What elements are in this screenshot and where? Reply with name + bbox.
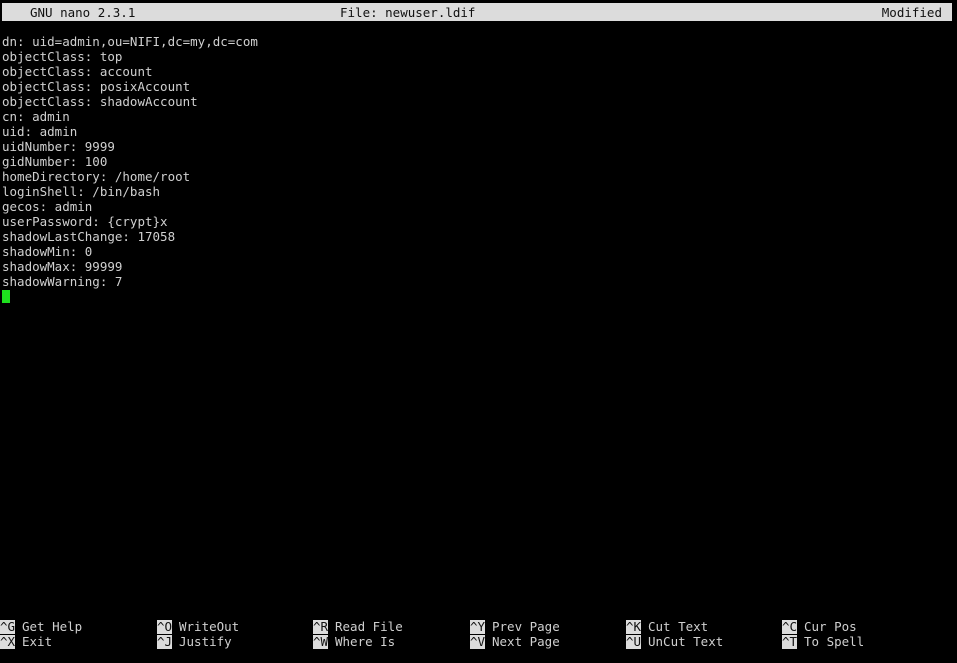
shortcut-writeout[interactable]: ^O WriteOut: [157, 619, 239, 634]
shortcut-label: Next Page: [492, 634, 560, 649]
shortcut-key: ^J: [157, 633, 173, 649]
shortcut-key: ^W: [313, 633, 329, 649]
editor-line: homeDirectory: /home/root: [2, 169, 191, 184]
shortcut-label: To Spell: [804, 634, 865, 649]
editor-line: gidNumber: 100: [2, 154, 108, 169]
shortcut-prev-page[interactable]: ^Y Prev Page: [470, 619, 560, 634]
shortcut-row-secondary: ^X Exit ^J Justify ^W Where Is ^V Next Page ^U Un…: [0, 634, 957, 649]
shortcut-label: Cur Pos: [804, 619, 857, 634]
shortcut-get-help[interactable]: ^G Get Help: [0, 619, 82, 634]
shortcut-label: Exit: [22, 634, 53, 649]
shortcut-label: WriteOut: [179, 619, 240, 634]
shortcut-key: ^U: [626, 633, 642, 649]
shortcut-key: ^K: [626, 618, 642, 634]
editor-line: shadowWarning: 7: [2, 274, 123, 289]
shortcut-to-spell[interactable]: ^T To Spell: [782, 634, 864, 649]
editor-line: dn: uid=admin,ou=NIFI,dc=my,dc=com: [2, 34, 258, 49]
shortcut-cur-pos[interactable]: ^C Cur Pos: [782, 619, 857, 634]
editor-line: userPassword: {crypt}x: [2, 214, 168, 229]
editor-line: objectClass: top: [2, 49, 123, 64]
shortcut-read-file[interactable]: ^R Read File: [313, 619, 403, 634]
shortcut-label: Where Is: [335, 634, 396, 649]
editor-text-area[interactable]: dn: uid=admin,ou=NIFI,dc=my,dc=com object…: [2, 34, 952, 604]
shortcut-label: Prev Page: [492, 619, 560, 634]
editor-line: objectClass: account: [2, 64, 153, 79]
shortcut-label: Read File: [335, 619, 403, 634]
editor-line: shadowLastChange: 17058: [2, 229, 176, 244]
editor-line: shadowMax: 99999: [2, 259, 123, 274]
editor-line: gecos: admin: [2, 199, 93, 214]
nano-modified-status: Modified: [881, 4, 942, 20]
editor-cursor-line: [2, 289, 952, 304]
shortcut-key: ^C: [782, 618, 798, 634]
editor-line: uid: admin: [2, 124, 78, 139]
shortcut-next-page[interactable]: ^V Next Page: [470, 634, 560, 649]
text-cursor: [2, 290, 10, 303]
shortcut-uncut-text[interactable]: ^U UnCut Text: [626, 634, 723, 649]
shortcut-label: Justify: [179, 634, 232, 649]
editor-line: uidNumber: 9999: [2, 139, 115, 154]
editor-line: shadowMin: 0: [2, 244, 93, 259]
nano-terminal-window: GNU nano 2.3.1 File: newuser.ldif Modifi…: [0, 0, 957, 663]
shortcut-key: ^R: [313, 618, 329, 634]
shortcut-label: Cut Text: [648, 619, 709, 634]
nano-title-bar: GNU nano 2.3.1 File: newuser.ldif Modifi…: [2, 3, 952, 21]
editor-line: objectClass: shadowAccount: [2, 94, 198, 109]
shortcut-key: ^Y: [470, 618, 486, 634]
shortcut-exit[interactable]: ^X Exit: [0, 634, 52, 649]
shortcut-label: Get Help: [22, 619, 83, 634]
nano-shortcut-help-bar: ^G Get Help ^O WriteOut ^R Read File ^Y Prev Pa…: [0, 619, 957, 650]
shortcut-label: UnCut Text: [648, 634, 724, 649]
shortcut-justify[interactable]: ^J Justify: [157, 634, 232, 649]
shortcut-key: ^O: [157, 618, 173, 634]
shortcut-where-is[interactable]: ^W Where Is: [313, 634, 395, 649]
shortcut-key: ^X: [0, 633, 16, 649]
shortcut-cut-text[interactable]: ^K Cut Text: [626, 619, 708, 634]
editor-line: cn: admin: [2, 109, 70, 124]
nano-filename-label: File: newuser.ldif: [340, 4, 476, 20]
editor-line: objectClass: posixAccount: [2, 79, 191, 94]
shortcut-key: ^T: [782, 633, 798, 649]
shortcut-row-primary: ^G Get Help ^O WriteOut ^R Read File ^Y Prev Pa…: [0, 619, 957, 634]
nano-version-label: GNU nano 2.3.1: [30, 4, 136, 20]
editor-line: loginShell: /bin/bash: [2, 184, 161, 199]
shortcut-key: ^V: [470, 633, 486, 649]
shortcut-key: ^G: [0, 618, 16, 634]
